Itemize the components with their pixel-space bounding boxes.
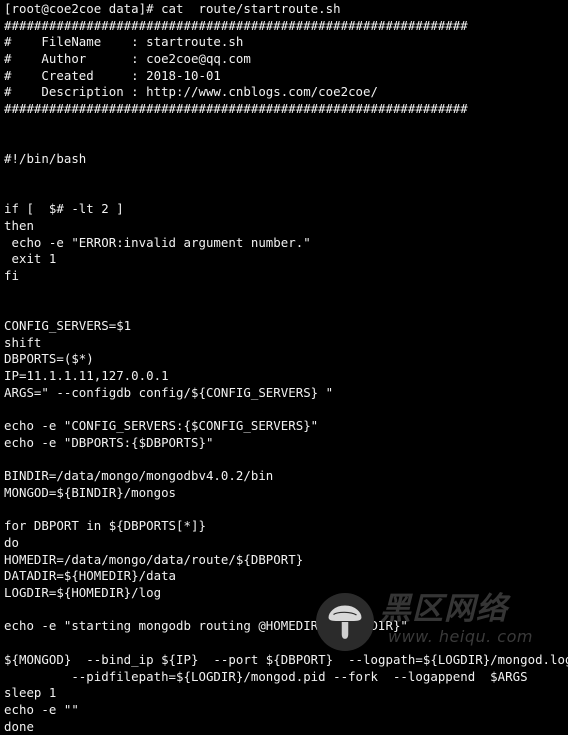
terminal-line: BINDIR=/data/mongo/mongodbv4.0.2/bin <box>4 468 274 484</box>
terminal-line: ########################################… <box>4 101 468 117</box>
terminal-line: LOGDIR=${HOMEDIR}/log <box>4 585 162 601</box>
terminal-line: echo -e "starting mongodb routing @HOMED… <box>4 618 408 634</box>
terminal-line: echo -e "DBPORTS:{$DBPORTS}" <box>4 434 214 450</box>
terminal-line: DATADIR=${HOMEDIR}/data <box>4 568 177 584</box>
terminal-line: #!/bin/bash <box>4 151 87 167</box>
terminal-line: MONGOD=${BINDIR}/mongos <box>4 484 177 500</box>
terminal-line: fi <box>4 268 19 283</box>
terminal-line: ${MONGOD} --bind_ip ${IP} --port ${DBPOR… <box>4 651 568 667</box>
terminal-line: CONFIG_SERVERS=$1 <box>4 318 132 334</box>
terminal-line: # Author : coe2coe@qq.com <box>4 51 251 67</box>
terminal-line: echo -e "" <box>4 701 79 717</box>
terminal-line: exit 1 <box>4 251 57 267</box>
terminal-line: --pidfilepath=${LOGDIR}/mongod.pid --for… <box>4 668 528 684</box>
terminal-line: shift <box>4 334 42 350</box>
terminal-line: echo -e "CONFIG_SERVERS:{$CONFIG_SERVERS… <box>4 418 319 434</box>
terminal-line: if [ $# -lt 2 ] <box>4 201 124 217</box>
terminal-line: IP=11.1.1.11,127.0.0.1 <box>4 368 169 384</box>
terminal-line: then <box>4 217 34 233</box>
terminal-line: ARGS=" --configdb config/${CONFIG_SERVER… <box>4 384 334 400</box>
terminal-line: DBPORTS=($*) <box>4 351 94 367</box>
terminal-prompt-line: [root@coe2coe data]# cat route/startrout… <box>4 1 341 16</box>
terminal-window[interactable]: [root@coe2coe data]# cat route/startrout… <box>0 0 568 734</box>
terminal-line: echo -e "ERROR:invalid argument number." <box>4 234 311 250</box>
terminal-line: HOMEDIR=/data/mongo/data/route/${DBPORT} <box>4 551 304 567</box>
terminal-line: # Description : http://www.cnblogs.com/c… <box>4 84 378 100</box>
terminal-line: ########################################… <box>4 17 468 33</box>
terminal-line: # Created : 2018-10-01 <box>4 67 221 83</box>
terminal-line: for DBPORT in ${DBPORTS[*]} <box>4 518 206 534</box>
terminal-line: # FileName : startroute.sh <box>4 34 244 50</box>
terminal-line: do <box>4 535 19 550</box>
terminal-line: sleep 1 <box>4 685 57 701</box>
terminal-line: done <box>4 718 34 734</box>
